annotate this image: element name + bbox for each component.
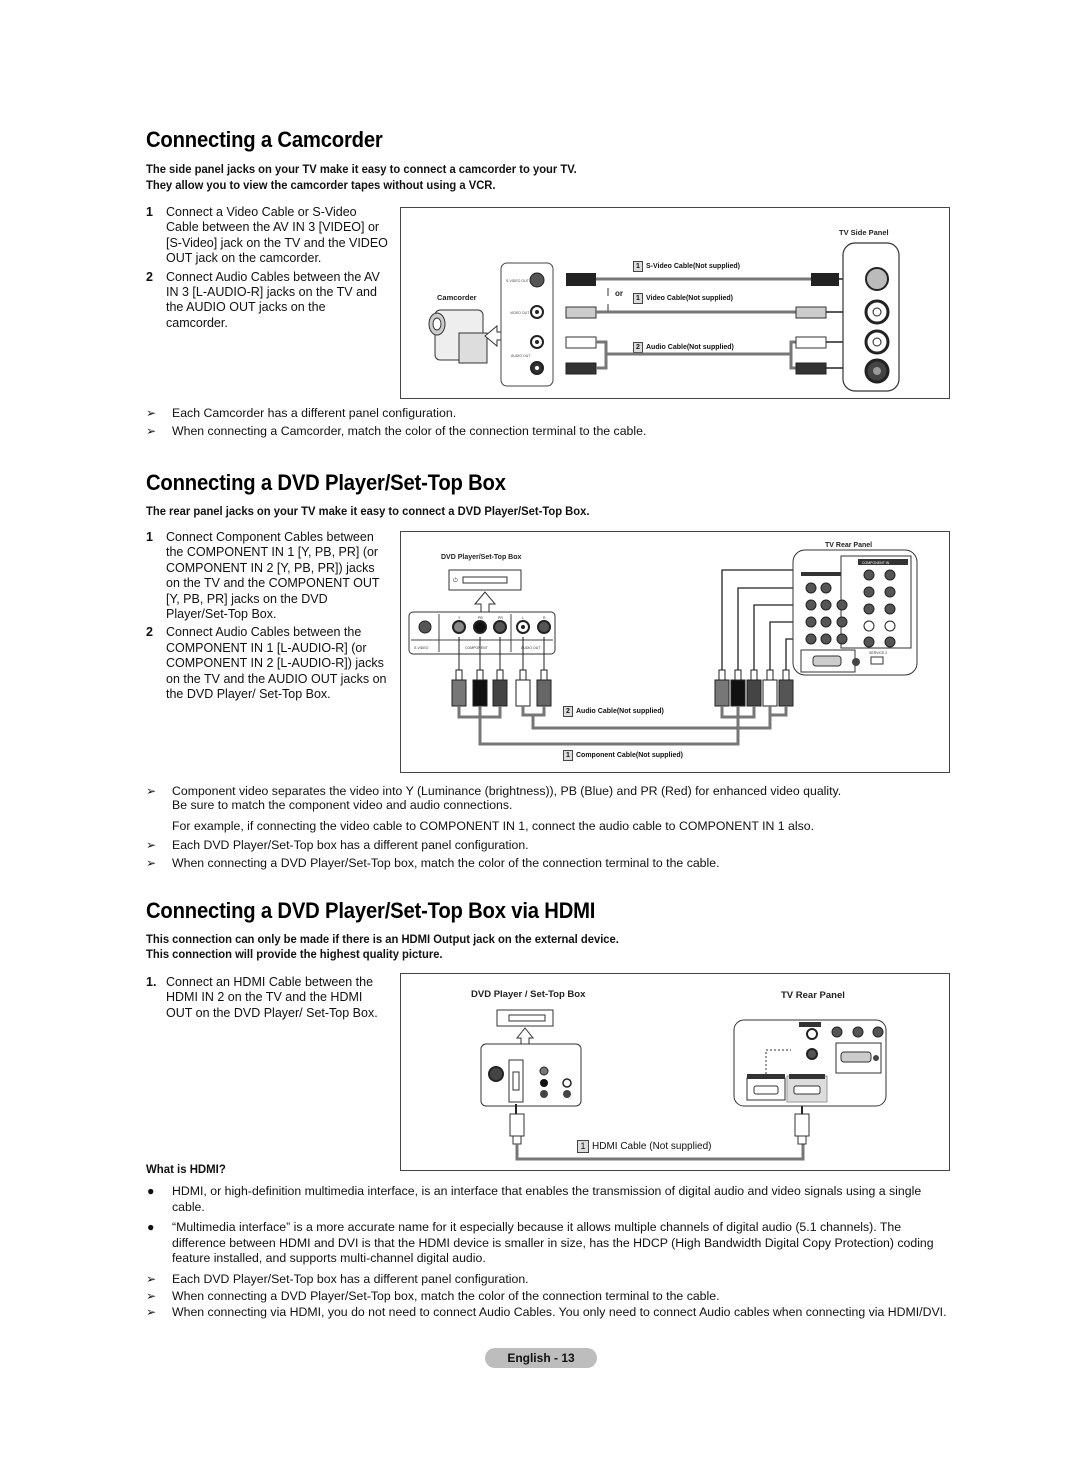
arrow-icon: ➢: [146, 406, 157, 420]
arrow-icon: ➢: [146, 784, 157, 798]
step-number: 2: [146, 269, 153, 284]
note-text: Component video separates the video into…: [172, 784, 842, 798]
svg-text:AUDIO OUT: AUDIO OUT: [521, 646, 541, 650]
svg-text:S-VIDEO OUT: S-VIDEO OUT: [506, 279, 530, 283]
section-title-hdmi: Connecting a DVD Player/Set-Top Box via …: [146, 898, 596, 923]
camcorder-intro-line-2: They allow you to view the camcorder tap…: [146, 178, 496, 192]
step-number: 1.: [146, 975, 157, 989]
step-item: 2 Connect Audio Cables between the COMPO…: [140, 625, 390, 702]
hdmi-notes: ➢ Each DVD Player/Set-Top box has a diffe…: [140, 1272, 950, 1318]
camcorder-notes: ➢ Each Camcorder has a different panel co…: [140, 406, 646, 439]
svg-text:PR: PR: [498, 616, 503, 620]
step-number: 1: [146, 205, 153, 219]
arrow-icon: ➢: [146, 1305, 157, 1319]
svg-text:PB: PB: [478, 616, 483, 620]
note-text: Be sure to match the component video and…: [172, 798, 513, 812]
step-text: Connect Component Cables between the COM…: [166, 530, 380, 622]
arrow-icon: ➢: [146, 1289, 157, 1303]
note-text: When connecting via HDMI, you do not nee…: [172, 1305, 947, 1319]
dvd-steps: 1 Connect Component Cables between the C…: [140, 530, 390, 705]
section-title-dvd: Connecting a DVD Player/Set-Top Box: [146, 470, 506, 495]
what-is-hdmi-heading: What is HDMI?: [146, 1162, 226, 1176]
note-text: For example, if connecting the video cab…: [172, 819, 815, 833]
svg-text:COMPONENT IN: COMPONENT IN: [862, 561, 890, 565]
svg-text:VIDEO OUT: VIDEO OUT: [510, 311, 530, 315]
svg-text:AUDIO OUT: AUDIO OUT: [511, 354, 531, 358]
note-continuation: For example, if connecting the video cab…: [140, 819, 841, 834]
dvd-wiring-illustration: ⏻ S-VIDEO COMPONENT AUDIO OUT YPBPR LR: [408, 549, 918, 746]
dvd-player-icon: [496, 1009, 554, 1027]
camcorder-intro-line-1: The side panel jacks on your TV make it …: [146, 162, 577, 176]
note-continuation: Be sure to match the component video and…: [140, 799, 841, 811]
step-number: 2: [146, 625, 153, 640]
svg-text:S-VIDEO: S-VIDEO: [414, 646, 429, 650]
dvd-diagram: DVD Player/Set-Top Box TV Rear Panel 2 A…: [400, 531, 950, 773]
note-item: ➢ Each DVD Player/Set-Top box has a diffe…: [140, 838, 841, 853]
camcorder-diagram: Camcorder TV Side Panel AV IN 3 or 1 S-V…: [400, 207, 950, 399]
note-item: ➢ When connecting via HDMI, you do not ne…: [140, 1306, 950, 1318]
dvd-notes: ➢ Component video separates the video int…: [140, 784, 841, 871]
arrow-icon: ➢: [146, 1272, 157, 1286]
note-text: When connecting a Camcorder, match the c…: [172, 424, 647, 438]
bullet-icon: ●: [147, 1184, 155, 1198]
hdmi-bullets: ● HDMI, or high-definition multimedia int…: [140, 1184, 940, 1272]
arrow-icon: ➢: [146, 424, 157, 438]
note-item: ➢ When connecting a Camcorder, match the …: [140, 424, 646, 439]
note-item: ➢ Component video separates the video int…: [140, 784, 841, 799]
note-item: ➢ When connecting a DVD Player/Set-Top bo…: [140, 856, 841, 871]
bullet-text: HDMI, or high-definition multimedia inte…: [172, 1184, 922, 1214]
bullet-text: “Multimedia interface” is a more accurat…: [172, 1220, 934, 1265]
camcorder-wiring-illustration: S-VIDEO OUT VIDEO OUT AUDIO OUT: [428, 242, 900, 392]
hdmi-wiring-illustration: [480, 1009, 887, 1161]
step-item: 1 Connect Component Cables between the C…: [140, 530, 390, 622]
step-text: Connect an HDMI Cable between the HDMI I…: [166, 975, 378, 1020]
arrow-icon: ➢: [146, 856, 157, 870]
svg-text:SERVICE 2: SERVICE 2: [869, 651, 887, 655]
camcorder-icon: [428, 309, 488, 364]
note-text: Each DVD Player/Set-Top box has a differ…: [172, 1272, 529, 1286]
svg-text:COMPONENT: COMPONENT: [465, 646, 489, 650]
note-text: When connecting a DVD Player/Set-Top box…: [172, 1289, 720, 1303]
note-item: ➢ Each DVD Player/Set-Top box has a diffe…: [140, 1272, 950, 1287]
dvd-player-icon: ⏻: [448, 569, 522, 591]
note-text: Each Camcorder has a different panel con…: [172, 406, 457, 420]
bullet-item: ● HDMI, or high-definition multimedia int…: [140, 1184, 940, 1215]
step-item: 1 Connect a Video Cable or S-Video Cable…: [140, 205, 390, 267]
note-item: ➢ When connecting a DVD Player/Set-Top bo…: [140, 1289, 950, 1304]
svg-text:L: L: [522, 616, 524, 620]
step-text: Connect Audio Cables between the AV IN 3…: [166, 269, 380, 330]
hdmi-intro-line-2: This connection will provide the highest…: [146, 947, 443, 961]
bullet-icon: ●: [147, 1220, 155, 1234]
svg-text:⏻: ⏻: [453, 577, 458, 584]
note-item: ➢ Each Camcorder has a different panel co…: [140, 406, 646, 421]
hdmi-intro-line-1: This connection can only be made if ther…: [146, 932, 619, 946]
step-item: 2 Connect Audio Cables between the AV IN…: [140, 270, 390, 332]
step-item: 1. Connect an HDMI Cable between the HDM…: [140, 975, 390, 1021]
bullet-item: ● “Multimedia interface” is a more accura…: [140, 1220, 940, 1267]
section-title-camcorder: Connecting a Camcorder: [146, 127, 383, 152]
hdmi-diagram: DVD Player / Set-Top Box TV Rear Panel 1…: [400, 973, 950, 1171]
step-text: Connect Audio Cables between the COMPONE…: [166, 625, 387, 702]
step-text: Connect a Video Cable or S-Video Cable b…: [166, 205, 388, 266]
camcorder-steps: 1 Connect a Video Cable or S-Video Cable…: [140, 205, 390, 334]
note-text: When connecting a DVD Player/Set-Top box…: [172, 856, 720, 870]
step-number: 1: [146, 530, 153, 544]
arrow-icon: ➢: [146, 838, 157, 852]
dvd-intro-line-1: The rear panel jacks on your TV make it …: [146, 504, 590, 518]
page-number-badge: English - 13: [485, 1348, 597, 1368]
note-text: Each DVD Player/Set-Top box has a differ…: [172, 838, 529, 852]
hdmi-steps: 1. Connect an HDMI Cable between the HDM…: [140, 975, 390, 1024]
